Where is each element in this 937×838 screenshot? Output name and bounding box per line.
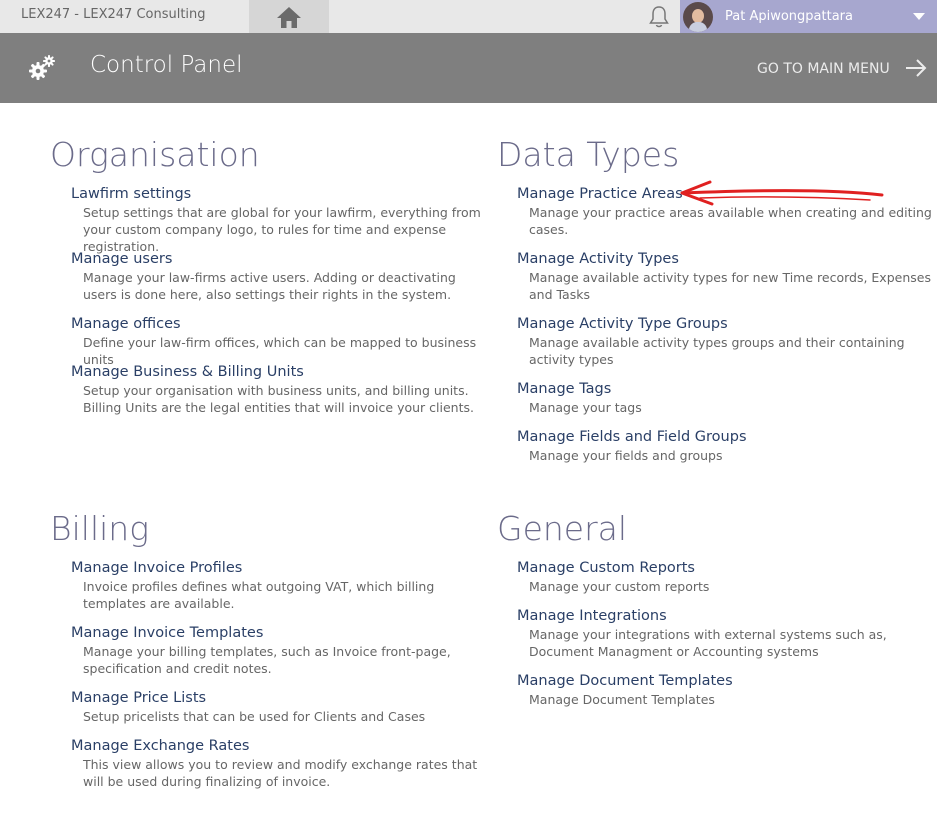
manage-fields-groups-link[interactable]: Manage Fields and Field Groups xyxy=(517,428,932,447)
item-description: Manage Document Templates xyxy=(529,692,715,707)
item-description: Manage your integrations with external s… xyxy=(529,627,887,659)
list-item: Manage Custom Reports Manage your custom… xyxy=(517,559,932,595)
home-icon xyxy=(277,6,301,28)
section-billing: Billing xyxy=(50,509,149,549)
go-to-main-menu-link[interactable]: GO TO MAIN MENU xyxy=(757,61,890,77)
page-title: Control Panel xyxy=(90,52,243,78)
list-item: Manage Exchange Rates This view allows y… xyxy=(71,737,491,790)
manage-document-templates-link[interactable]: Manage Document Templates xyxy=(517,672,932,691)
lawfirm-settings-link[interactable]: Lawfirm settings xyxy=(71,185,491,204)
manage-activity-types-link[interactable]: Manage Activity Types xyxy=(517,250,932,269)
user-menu[interactable]: Pat Apiwongpattara xyxy=(680,0,937,33)
user-name: Pat Apiwongpattara xyxy=(725,9,853,24)
list-item: Manage Price Lists Setup pricelists that… xyxy=(71,689,491,725)
item-description: Setup settings that are global for your … xyxy=(83,205,481,254)
arrow-right-icon[interactable] xyxy=(904,57,928,79)
list-item: Manage Activity Type Groups Manage avail… xyxy=(517,315,932,368)
item-description: Manage your custom reports xyxy=(529,579,710,594)
item-description: Manage your billing templates, such as I… xyxy=(83,644,451,676)
list-item: Manage Activity Types Manage available a… xyxy=(517,250,932,303)
firm-name: LEX247 - LEX247 Consulting xyxy=(21,7,206,22)
manage-invoice-profiles-link[interactable]: Manage Invoice Profiles xyxy=(71,559,491,578)
manage-activity-type-groups-link[interactable]: Manage Activity Type Groups xyxy=(517,315,932,334)
manage-tags-link[interactable]: Manage Tags xyxy=(517,380,932,399)
manage-invoice-templates-link[interactable]: Manage Invoice Templates xyxy=(71,624,491,643)
list-item: Manage Business & Billing Units Setup yo… xyxy=(71,363,491,416)
list-item: Manage users Manage your law-firms activ… xyxy=(71,250,491,303)
section-data-types: Data Types xyxy=(497,135,679,175)
section-title: Organisation xyxy=(50,135,260,174)
section-title: Billing xyxy=(50,509,149,548)
section-organisation: Organisation xyxy=(50,135,260,175)
manage-exchange-rates-link[interactable]: Manage Exchange Rates xyxy=(71,737,491,756)
section-title: Data Types xyxy=(497,135,680,174)
item-description: Manage your law-firms active users. Addi… xyxy=(83,270,456,302)
list-item: Manage Invoice Profiles Invoice profiles… xyxy=(71,559,491,612)
top-bar: LEX247 - LEX247 Consulting Pat Apiwongpa… xyxy=(0,0,937,33)
item-description: Setup your organisation with business un… xyxy=(83,383,474,415)
page-header: Control Panel GO TO MAIN MENU xyxy=(0,33,937,103)
avatar xyxy=(683,2,713,32)
list-item: Manage Invoice Templates Manage your bil… xyxy=(71,624,491,677)
section-general: General xyxy=(497,509,627,549)
list-item: Manage Document Templates Manage Documen… xyxy=(517,672,932,708)
item-description: Manage available activity types groups a… xyxy=(529,335,905,367)
chevron-down-icon[interactable] xyxy=(913,13,925,20)
manage-users-link[interactable]: Manage users xyxy=(71,250,491,269)
gears-icon xyxy=(29,55,55,80)
list-item: Manage offices Define your law-firm offi… xyxy=(71,315,491,368)
bell-icon[interactable] xyxy=(646,4,672,30)
annotation-arrow-icon xyxy=(680,180,884,206)
list-item: Manage Fields and Field Groups Manage yo… xyxy=(517,428,932,464)
manage-integrations-link[interactable]: Manage Integrations xyxy=(517,607,932,626)
item-description: Manage your tags xyxy=(529,400,642,415)
home-button[interactable] xyxy=(249,0,329,33)
list-item: Manage Tags Manage your tags xyxy=(517,380,932,416)
manage-price-lists-link[interactable]: Manage Price Lists xyxy=(71,689,491,708)
item-description: Setup pricelists that can be used for Cl… xyxy=(83,709,426,724)
manage-business-billing-units-link[interactable]: Manage Business & Billing Units xyxy=(71,363,491,382)
item-description: Manage your fields and groups xyxy=(529,448,723,463)
list-item: Lawfirm settings Setup settings that are… xyxy=(71,185,491,255)
list-item: Manage Integrations Manage your integrat… xyxy=(517,607,932,660)
item-description: Invoice profiles defines what outgoing V… xyxy=(83,579,435,611)
section-title: General xyxy=(497,509,628,548)
item-description: Manage available activity types for new … xyxy=(529,270,931,302)
item-description: This view allows you to review and modif… xyxy=(83,757,478,789)
manage-offices-link[interactable]: Manage offices xyxy=(71,315,491,334)
manage-custom-reports-link[interactable]: Manage Custom Reports xyxy=(517,559,932,578)
